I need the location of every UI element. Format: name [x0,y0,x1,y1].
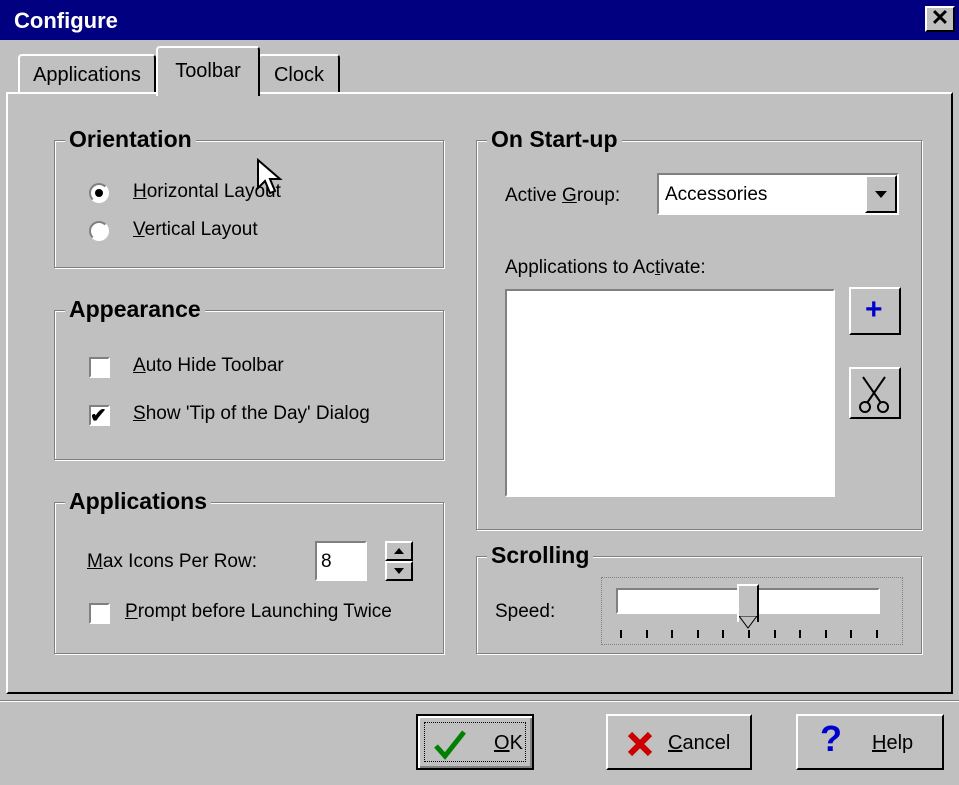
close-icon: ✕ [930,5,950,30]
tab-applications[interactable]: Applications [18,54,156,94]
active-group-select[interactable]: Accessories [657,173,899,215]
help-button[interactable]: ? Help [796,714,944,770]
max-icons-down-button[interactable] [385,561,413,581]
max-icons-up-button[interactable] [385,541,413,561]
help-label: Help [872,732,914,754]
close-button[interactable]: ✕ [925,6,955,32]
chevron-down-icon [875,191,887,198]
cancel-button[interactable]: Cancel [606,714,752,770]
checkmark-icon [434,730,466,760]
slider-tick [799,630,802,638]
arrow-up-icon [394,548,404,554]
apps-to-activate-label: Applications to Activate: [505,257,706,278]
applications-group: Applications Max Icons Per Row: 8 Prompt… [54,488,444,654]
vertical-layout-radio[interactable] [89,221,109,241]
slider-tick [876,630,878,638]
horizontal-layout-radio[interactable] [89,183,109,203]
slider-thumb-point [739,616,757,629]
mouse-cursor-icon [257,158,283,195]
slider-tick [824,630,827,638]
active-group-value: Accessories [665,184,768,205]
slider-tick [671,630,674,638]
show-tip-label[interactable]: Show 'Tip of the Day' Dialog [133,403,370,425]
show-tip-checkbox[interactable]: ✔ [89,405,110,427]
speed-slider-thumb[interactable] [737,584,759,629]
scrolling-group: Scrolling Speed: [476,542,922,654]
x-icon [627,731,653,757]
plus-icon: + [865,293,883,326]
configure-dialog: Configure ✕ Applications Toolbar Clock O… [0,0,959,785]
add-application-button[interactable]: + [849,287,901,335]
max-icons-value: 8 [321,551,332,572]
apps-to-activate-list[interactable] [505,289,835,497]
active-group-dropdown-button[interactable] [865,175,897,213]
slider-tick [620,630,622,638]
appearance-title: Appearance [65,296,205,323]
remove-application-button[interactable] [849,367,901,419]
cancel-label: Cancel [668,732,731,754]
prompt-launch-label[interactable]: Prompt before Launching Twice [125,601,392,623]
orientation-group: Orientation Horizontal Layout Vertical L… [54,126,444,268]
vertical-layout-label[interactable]: Vertical Layout [133,219,258,241]
scrolling-title: Scrolling [487,542,594,569]
window-title: Configure [14,8,118,33]
max-icons-input[interactable]: 8 [315,541,367,581]
auto-hide-toolbar-checkbox[interactable] [89,357,110,378]
tab-clock[interactable]: Clock [258,54,340,94]
speed-label: Speed: [495,601,556,622]
bottom-separator-highlight [0,701,959,702]
orientation-title: Orientation [65,126,196,153]
speed-slider[interactable] [601,577,903,645]
startup-title: On Start-up [487,126,622,153]
startup-group: On Start-up Active Group: Accessories Ap… [476,126,922,530]
prompt-launch-checkbox[interactable] [89,603,110,624]
tab-clock-label: Clock [273,64,324,86]
tab-toolbar[interactable]: Toolbar [156,46,260,96]
appearance-group: Appearance Auto Hide Toolbar ✔ Show 'Tip… [54,296,444,460]
slider-tick [722,630,725,638]
tab-applications-label: Applications [33,64,141,86]
arrow-down-icon [394,568,404,574]
ok-button[interactable]: OK [416,714,534,770]
applications-title: Applications [65,488,212,515]
scissors-icon [859,376,889,413]
slider-tick [696,630,699,638]
title-bar: Configure ✕ [0,0,959,40]
active-group-label: Active Group: [505,185,621,206]
question-icon: ? [820,718,842,759]
auto-hide-toolbar-label[interactable]: Auto Hide Toolbar [133,355,284,377]
slider-tick [645,630,648,638]
slider-tick [748,630,750,638]
tab-toolbar-label: Toolbar [175,60,241,82]
slider-tick [850,630,853,638]
slider-tick [773,630,776,638]
ok-label: OK [494,732,523,754]
max-icons-label: Max Icons Per Row: [87,551,257,572]
